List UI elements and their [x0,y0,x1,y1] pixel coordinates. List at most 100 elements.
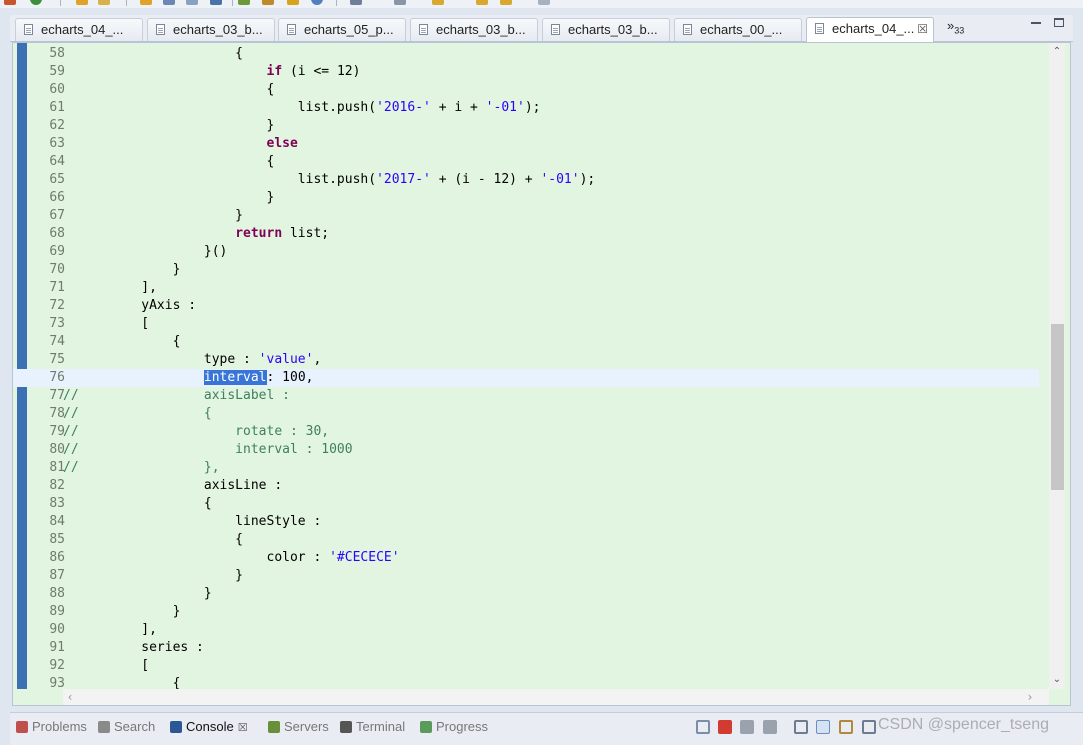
globe-icon[interactable] [311,0,323,5]
code-line[interactable]: 69 }() [13,243,1039,261]
forward-arrow-icon[interactable] [500,0,512,5]
remove-all-icon[interactable] [763,720,777,734]
editor-tab[interactable]: echarts_03_b... [147,18,275,41]
code-lines[interactable]: 58 {59 if (i <= 12) 60 {61 list.push('201… [13,45,1039,693]
code-line[interactable]: 68 return list; [13,225,1039,243]
code-line[interactable]: 84 lineStyle : [13,513,1039,531]
code-line[interactable]: 60 { [13,81,1039,99]
folder-icon[interactable] [140,0,152,5]
code-line[interactable]: 75 type : 'value', [13,351,1039,369]
code-token: ], [63,622,157,637]
code-text: type : 'value', [63,351,321,369]
code-line[interactable]: 86 color : '#CECECE' [13,549,1039,567]
word-wrap-icon[interactable] [839,720,853,734]
editor-tab-label: echarts_04_... [832,21,915,36]
code-line[interactable]: 81// }, [13,459,1039,477]
scroll-lock-icon[interactable] [816,720,830,734]
scroll-left-icon[interactable]: ‹ [63,689,77,705]
line-number: 71 [49,280,65,295]
code-line[interactable]: 83 { [13,495,1039,513]
code-line[interactable]: 67 } [13,207,1039,225]
view-tab-label: Search [114,719,156,734]
code-line[interactable]: 64 { [13,153,1039,171]
code-line[interactable]: 65 list.push('2017-' + (i - 12) + '-01')… [13,171,1039,189]
stop-icon[interactable] [4,0,16,5]
up-arrow-icon[interactable] [432,0,444,5]
editor-tab[interactable]: echarts_00_... [674,18,802,41]
pin-console-icon[interactable] [696,720,710,734]
code-line[interactable]: 71 ], [13,279,1039,297]
close-view-icon[interactable]: ☒ [238,722,248,734]
editor-tab-label: echarts_05_p... [304,22,394,37]
warning-icon[interactable] [287,0,299,5]
copy-icon[interactable] [186,0,198,5]
code-line[interactable]: 85 { [13,531,1039,549]
code-line[interactable]: 72 yAxis : [13,297,1039,315]
code-line[interactable]: 90 ], [13,621,1039,639]
code-line[interactable]: 76 interval: 100, [13,369,1039,387]
code-line[interactable]: 77// axisLabel : [13,387,1039,405]
editor-tab[interactable]: echarts_03_b... [542,18,670,41]
code-line[interactable]: 66 } [13,189,1039,207]
view-tab[interactable]: Problems [16,719,87,739]
annotation-icon[interactable] [394,0,406,5]
code-line[interactable]: 82 axisLine : [13,477,1039,495]
code-line[interactable]: 58 { [13,45,1039,63]
code-line[interactable]: 88 } [13,585,1039,603]
tab-overflow-button[interactable]: »33 [947,18,964,36]
code-line[interactable]: 59 if (i <= 12) [13,63,1039,81]
tools-icon[interactable] [350,0,362,5]
horizontal-scrollbar[interactable]: ‹ › [63,689,1049,705]
view-tab[interactable]: Servers [268,719,329,739]
code-line[interactable]: 89 } [13,603,1039,621]
maximize-icon[interactable] [1054,18,1064,27]
code-line[interactable]: 62 } [13,117,1039,135]
editor-tab[interactable]: echarts_04_... ☒ [806,17,934,42]
view-tab[interactable]: Progress [420,719,488,739]
code-line[interactable]: 63 else [13,135,1039,153]
code-line[interactable]: 92 [ [13,657,1039,675]
code-text: // axisLabel : [63,387,290,405]
line-number: 79 [49,424,65,439]
layout-icon[interactable] [210,0,222,5]
code-line[interactable]: 79// rotate : 30, [13,423,1039,441]
scroll-up-icon[interactable]: ⌃ [1049,45,1065,59]
code-line[interactable]: 73 [ [13,315,1039,333]
code-line[interactable]: 91 series : [13,639,1039,657]
back-arrow-icon[interactable] [476,0,488,5]
next-icon[interactable] [538,0,550,5]
minimize-icon[interactable] [1031,22,1041,24]
terminate-icon[interactable] [718,720,732,734]
code-line[interactable]: 61 list.push('2016-' + i + '-01'); [13,99,1039,117]
close-tab-icon[interactable]: ☒ [917,18,928,40]
open-folder-icon[interactable] [76,0,88,5]
scroll-down-icon[interactable]: ⌄ [1049,673,1065,687]
view-tab[interactable]: Console ☒ [170,719,248,739]
code-line[interactable]: 70 } [13,261,1039,279]
scroll-right-icon[interactable]: › [1023,689,1037,705]
code-line[interactable]: 78// { [13,405,1039,423]
view-tab[interactable]: Search [98,719,155,739]
editor-tab[interactable]: echarts_05_p... [278,18,406,41]
vertical-scroll-thumb[interactable] [1051,324,1064,490]
debug-icon[interactable] [238,0,250,5]
view-tab[interactable]: Terminal [340,719,405,739]
vertical-scrollbar[interactable]: ⌃ ⌄ [1049,43,1065,689]
clear-console-icon[interactable] [794,720,808,734]
code-token: series : [63,640,204,655]
code-token: { [63,154,275,169]
run-icon[interactable] [30,0,42,5]
remove-launch-icon[interactable] [740,720,754,734]
save-icon[interactable] [163,0,175,5]
build-icon[interactable] [262,0,274,5]
bottom-view-tabs: Problems Search Console ☒ Servers Terminal Pro… [10,712,1083,745]
code-line[interactable]: 80// interval : 1000 [13,441,1039,459]
editor-tab[interactable]: echarts_04_... [15,18,143,41]
wand-icon[interactable] [98,0,110,5]
code-editor[interactable]: 58 {59 if (i <= 12) 60 {61 list.push('201… [12,42,1071,706]
code-line[interactable]: 87 } [13,567,1039,585]
editor-tab[interactable]: echarts_03_b... [410,18,538,41]
code-line[interactable]: 74 { [13,333,1039,351]
show-on-output-icon[interactable] [862,720,876,734]
file-icon [287,24,296,35]
